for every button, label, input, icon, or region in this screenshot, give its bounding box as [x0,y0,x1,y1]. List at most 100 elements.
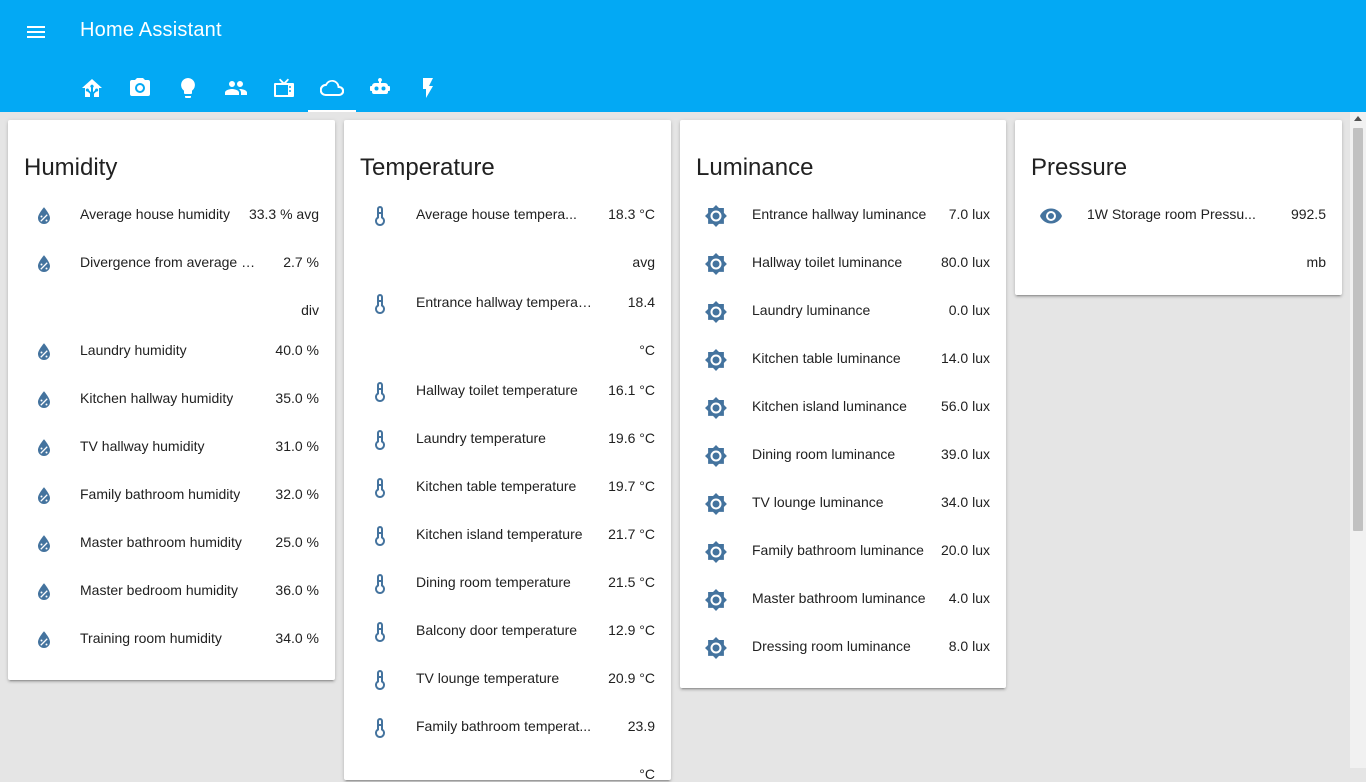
entity-row[interactable]: Master bathroom luminance 4.0 lux [696,580,990,620]
entity-row[interactable]: TV lounge luminance 34.0 lux [696,484,990,524]
entity-name: 1W Storage room Pressu... [1087,206,1256,222]
tab-camera[interactable] [116,64,164,112]
entity-state: 34.0 lux [940,494,990,510]
thermometer-icon [368,476,392,500]
scrollbar[interactable] [1350,112,1366,768]
tab-people[interactable] [212,64,260,112]
entity-row[interactable]: Master bedroom humidity 36.0 % [24,572,319,612]
entity-name: Laundry luminance [752,302,871,318]
entity-row[interactable]: Dressing room luminance 8.0 lux [696,628,990,668]
entity-name: Master bathroom humidity [80,534,242,550]
tab-home[interactable] [68,64,116,112]
dashboard-content: Humidity Average house humidity 33.3 % av… [0,112,1350,782]
entity-state: 19.6 °C [608,430,655,446]
scroll-up-arrow-icon[interactable] [1354,116,1362,121]
thermometer-icon [368,668,392,692]
entity-state: 8.0 lux [948,638,990,654]
entity-row[interactable]: Laundry temperature 19.6 °C [360,420,655,460]
entity-name: Kitchen table temperature [416,478,577,494]
thermometer-icon [368,524,392,548]
brightness-icon [704,588,728,612]
entity-name: Laundry humidity [80,342,187,358]
temperature-card: Temperature Average house tempera... 18.3… [344,120,671,782]
entity-row[interactable]: Laundry humidity 40.0 % [24,332,319,372]
entity-state: 18.3 °C [608,206,655,222]
entity-row[interactable]: Dining room luminance 39.0 lux [696,436,990,476]
entity-state: 18.4 [627,294,655,310]
brightness-icon [704,204,728,228]
brightness-icon [704,492,728,516]
entity-state: 56.0 lux [940,398,990,414]
tab-media[interactable] [260,64,308,112]
entity-state: 14.0 lux [940,350,990,366]
humidity-card: Humidity Average house humidity 33.3 % av… [8,120,335,680]
brightness-icon [704,444,728,468]
home-assistant-icon [82,79,102,97]
entity-row[interactable]: Kitchen hallway humidity 35.0 % [24,380,319,420]
entity-row[interactable]: 1W Storage room Pressu... 992.5 mb [1031,196,1326,270]
water-percent-icon [32,484,56,508]
tab-lights[interactable] [164,64,212,112]
entity-state: 19.7 °C [608,478,655,494]
view-tabs [68,64,452,112]
brightness-icon [704,348,728,372]
entity-state: 36.0 % [275,582,319,598]
entity-row[interactable]: Hallway toilet temperature 16.1 °C [360,372,655,412]
entity-row[interactable]: Entrance hallway temperat... 18.4 °C [360,284,655,358]
entity-row[interactable]: Average house tempera... 18.3 °C avg [360,196,655,270]
entity-name: Balcony door temperature [416,622,578,638]
entity-row[interactable]: Hallway toilet luminance 80.0 lux [696,244,990,284]
entity-state: 20.0 lux [940,542,990,558]
entity-unit: mb [1306,254,1326,270]
entity-state: 16.1 °C [608,382,655,398]
entity-row[interactable]: Balcony door temperature 12.9 °C [360,612,655,652]
entity-state: 80.0 lux [940,254,990,270]
entity-name: Kitchen island luminance [752,398,907,414]
entity-row[interactable]: Kitchen table temperature 19.7 °C [360,468,655,508]
entity-row[interactable]: Kitchen island luminance 56.0 lux [696,388,990,428]
entity-name: TV lounge temperature [416,670,560,686]
entity-row[interactable]: Average house humidity 33.3 % avg [24,196,319,236]
entity-row[interactable]: Family bathroom temperat... 23.9 °C [360,708,655,782]
entity-state: 23.9 [627,718,655,734]
entity-state: 0.0 lux [948,302,990,318]
entity-state: 992.5 [1290,206,1326,222]
camera-icon [130,78,150,96]
entity-row[interactable]: Kitchen island temperature 21.7 °C [360,516,655,556]
entity-row[interactable]: TV lounge temperature 20.9 °C [360,660,655,700]
entity-state: 33.3 % avg [248,206,319,222]
entity-unit: div [301,302,319,318]
water-percent-icon [32,580,56,604]
entity-row[interactable]: Master bathroom humidity 25.0 % [24,524,319,564]
entity-row[interactable]: Family bathroom luminance 20.0 lux [696,532,990,572]
cloud-icon [320,79,344,97]
tab-automation[interactable] [356,64,404,112]
app-header: Home Assistant [0,0,1366,112]
entity-row[interactable]: Laundry luminance 0.0 lux [696,292,990,332]
entity-name: Dressing room luminance [752,638,911,654]
entity-name: Kitchen table luminance [752,350,901,366]
entity-row[interactable]: Dining room temperature 21.5 °C [360,564,655,604]
entity-row[interactable]: Family bathroom humidity 32.0 % [24,476,319,516]
entity-row[interactable]: Entrance hallway luminance 7.0 lux [696,196,990,236]
entity-name: Laundry temperature [416,430,546,446]
thermometer-icon [368,620,392,644]
thermometer-icon [368,204,392,228]
entity-row[interactable]: Divergence from average h... 2.7 % div [24,244,319,318]
entity-state: 4.0 lux [948,590,990,606]
entity-name: Hallway toilet luminance [752,254,903,270]
entity-row[interactable]: Training room humidity 34.0 % [24,620,319,660]
scroll-thumb[interactable] [1353,128,1363,531]
eye-icon [1039,204,1063,228]
entity-state: 40.0 % [275,342,319,358]
entity-name: Master bedroom humidity [80,582,238,598]
entity-name: Dining room luminance [752,446,896,462]
menu-button[interactable] [20,16,52,48]
tab-energy[interactable] [404,64,452,112]
water-percent-icon [32,340,56,364]
entity-row[interactable]: Kitchen table luminance 14.0 lux [696,340,990,380]
tab-climate[interactable] [308,64,356,112]
entity-row[interactable]: TV hallway humidity 31.0 % [24,428,319,468]
entity-name: Kitchen hallway humidity [80,390,234,406]
entity-name: Entrance hallway luminance [752,206,927,222]
